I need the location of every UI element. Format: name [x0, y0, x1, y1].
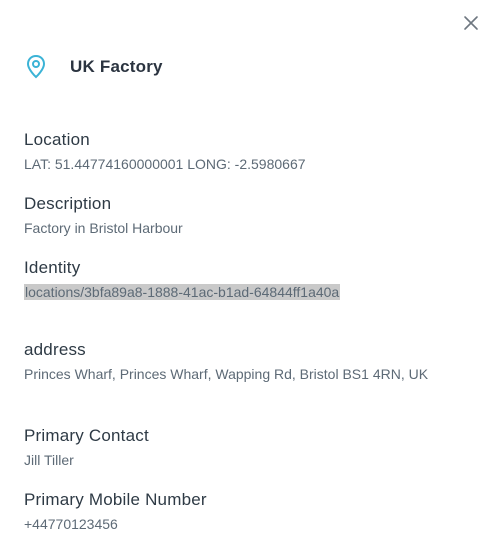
description-value: Factory in Bristol Harbour: [24, 220, 183, 236]
address-field: address Princes Wharf, Princes Wharf, Wa…: [24, 340, 464, 384]
primary-contact-label: Primary Contact: [24, 426, 149, 445]
identity-value[interactable]: locations/3bfa89a8-1888-41ac-b1ad-64844f…: [24, 284, 341, 300]
panel-header: UK Factory: [24, 54, 163, 80]
primary-mobile-value: +44770123456: [24, 516, 118, 532]
location-details-panel: UK Factory Location LAT: 51.447741600000…: [0, 0, 500, 554]
map-pin-icon: [24, 54, 48, 80]
address-value: Princes Wharf, Princes Wharf, Wapping Rd…: [24, 366, 429, 382]
location-label: Location: [24, 130, 90, 149]
close-button[interactable]: [460, 12, 482, 34]
identity-field: Identity locations/3bfa89a8-1888-41ac-b1…: [24, 258, 464, 302]
address-label: address: [24, 340, 86, 359]
primary-mobile-label: Primary Mobile Number: [24, 490, 207, 509]
description-label: Description: [24, 194, 112, 213]
close-icon: [464, 16, 478, 30]
description-field: Description Factory in Bristol Harbour: [24, 194, 464, 238]
primary-contact-field: Primary Contact Jill Tiller: [24, 426, 464, 470]
primary-contact-value: Jill Tiller: [24, 452, 74, 468]
location-field: Location LAT: 51.44774160000001 LONG: -2…: [24, 130, 464, 174]
location-value: LAT: 51.44774160000001 LONG: -2.5980667: [24, 156, 306, 172]
page-title: UK Factory: [70, 57, 163, 76]
identity-label: Identity: [24, 258, 81, 277]
primary-mobile-field: Primary Mobile Number +44770123456: [24, 490, 464, 534]
